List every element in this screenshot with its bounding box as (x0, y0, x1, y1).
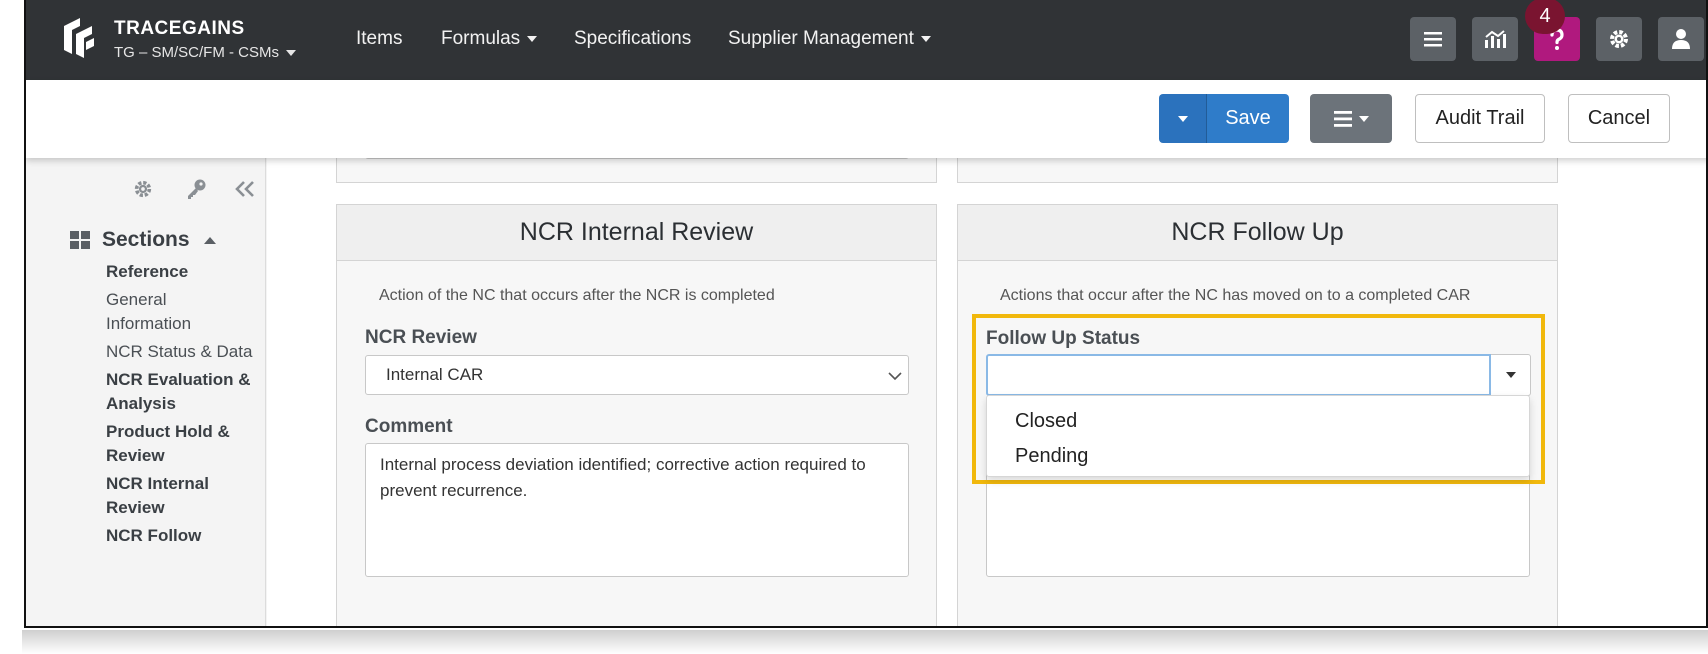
follow-up-status-toggle[interactable] (1491, 354, 1531, 396)
nav-specifications-label: Specifications (574, 28, 692, 49)
sidebar-item-product-hold-review[interactable]: Product Hold & Review (106, 420, 256, 468)
cancel-button[interactable]: Cancel (1568, 94, 1670, 143)
brand-name[interactable]: TRACEGAINS (114, 18, 245, 40)
collapse-sidebar-button[interactable] (230, 174, 260, 204)
action-bar: Save Audit Trail Cancel (26, 80, 1706, 158)
audit-trail-button[interactable]: Audit Trail (1415, 94, 1545, 143)
follow-up-status-dropdown: Closed Pending (986, 395, 1530, 477)
grid-icon (70, 231, 90, 249)
chevron-down-icon (527, 35, 538, 42)
chevron-down-icon (920, 35, 931, 42)
list-icon (1333, 110, 1352, 127)
sections-toggle[interactable]: Sections (70, 228, 216, 252)
ncr-review-value: Internal CAR (386, 365, 484, 384)
nav-items-label: Items (356, 28, 403, 49)
dropdown-option-closed[interactable]: Closed (1015, 410, 1077, 433)
chevron-down-icon (1177, 115, 1188, 122)
settings-button[interactable] (1596, 17, 1642, 61)
org-name: TG – SM/SC/FM - CSMs (114, 44, 279, 61)
sidebar-item-reference[interactable]: Reference (106, 260, 256, 284)
user-icon (1672, 29, 1690, 49)
sidebar-key-button[interactable] (181, 174, 211, 204)
sidebar-item-ncr-internal-review[interactable]: NCR Internal Review (106, 472, 256, 520)
nav-formulas-label: Formulas (441, 28, 521, 49)
ncr-internal-review-description: Action of the NC that occurs after the N… (379, 287, 775, 304)
nav-formulas[interactable]: Formulas (441, 28, 538, 50)
nav-supplier-management[interactable]: Supplier Management (728, 28, 931, 50)
notification-badge[interactable]: 4 (1525, 0, 1565, 34)
window-shadow (22, 630, 1708, 654)
comment-textarea[interactable]: Internal process deviation identified; c… (365, 443, 909, 577)
sidebar-item-general-information[interactable]: General Information (106, 288, 256, 336)
sidebar-item-ncr-status-data[interactable]: NCR Status & Data (106, 340, 256, 364)
nav-items[interactable]: Items (356, 28, 402, 50)
main-content: NCR Internal Review Action of the NC tha… (267, 129, 1706, 626)
ncr-review-label: NCR Review (365, 327, 477, 348)
more-actions-button[interactable] (1310, 94, 1392, 143)
nav-supplier-management-label: Supplier Management (728, 28, 914, 49)
ncr-internal-review-panel: NCR Internal Review Action of the NC tha… (336, 204, 937, 626)
sections-label: Sections (102, 228, 190, 251)
chevron-up-icon (203, 236, 216, 244)
save-options-button[interactable] (1159, 94, 1207, 143)
follow-up-status-label: Follow Up Status (986, 328, 1141, 349)
sidebar-item-ncr-follow-up[interactable]: NCR Follow (106, 524, 256, 548)
sidebar-item-ncr-evaluation-analysis[interactable]: NCR Evaluation & Analysis (106, 368, 256, 416)
dropdown-option-pending[interactable]: Pending (1015, 445, 1088, 468)
follow-up-status-input[interactable] (986, 354, 1491, 396)
nav-specifications[interactable]: Specifications (574, 28, 691, 50)
comment-label: Comment (365, 416, 453, 437)
ncr-internal-review-title: NCR Internal Review (337, 205, 936, 261)
key-icon (188, 179, 206, 199)
chevron-down-icon (1505, 372, 1516, 378)
user-button[interactable] (1658, 17, 1704, 61)
save-button[interactable]: Save (1207, 94, 1289, 143)
ncr-review-select[interactable]: Internal CAR (365, 355, 909, 395)
menu-button[interactable] (1410, 17, 1456, 61)
org-switcher[interactable]: TG – SM/SC/FM - CSMs (114, 44, 296, 61)
top-nav: TRACEGAINS TG – SM/SC/FM - CSMs Items Fo… (26, 0, 1706, 80)
app-window: TRACEGAINS TG – SM/SC/FM - CSMs Items Fo… (24, 0, 1708, 628)
gear-icon (1610, 30, 1628, 48)
tracegains-logo-icon[interactable] (58, 16, 98, 60)
analytics-icon (1485, 30, 1506, 48)
sections-list: Reference General Information NCR Status… (106, 260, 256, 552)
list-icon (1424, 32, 1442, 47)
analytics-button[interactable] (1472, 17, 1518, 61)
sidebar: Sections Reference General Information N… (26, 158, 266, 626)
gear-icon (134, 180, 152, 198)
sidebar-settings-button[interactable] (128, 174, 158, 204)
ncr-follow-up-title: NCR Follow Up (958, 205, 1557, 261)
sidebar-tools (26, 174, 266, 204)
double-chevron-left-icon (235, 181, 254, 197)
chevron-down-icon (286, 50, 296, 57)
chevron-down-icon (1358, 115, 1369, 122)
chevron-down-icon (888, 372, 902, 381)
ncr-follow-up-description: Actions that occur after the NC has move… (1000, 287, 1471, 304)
